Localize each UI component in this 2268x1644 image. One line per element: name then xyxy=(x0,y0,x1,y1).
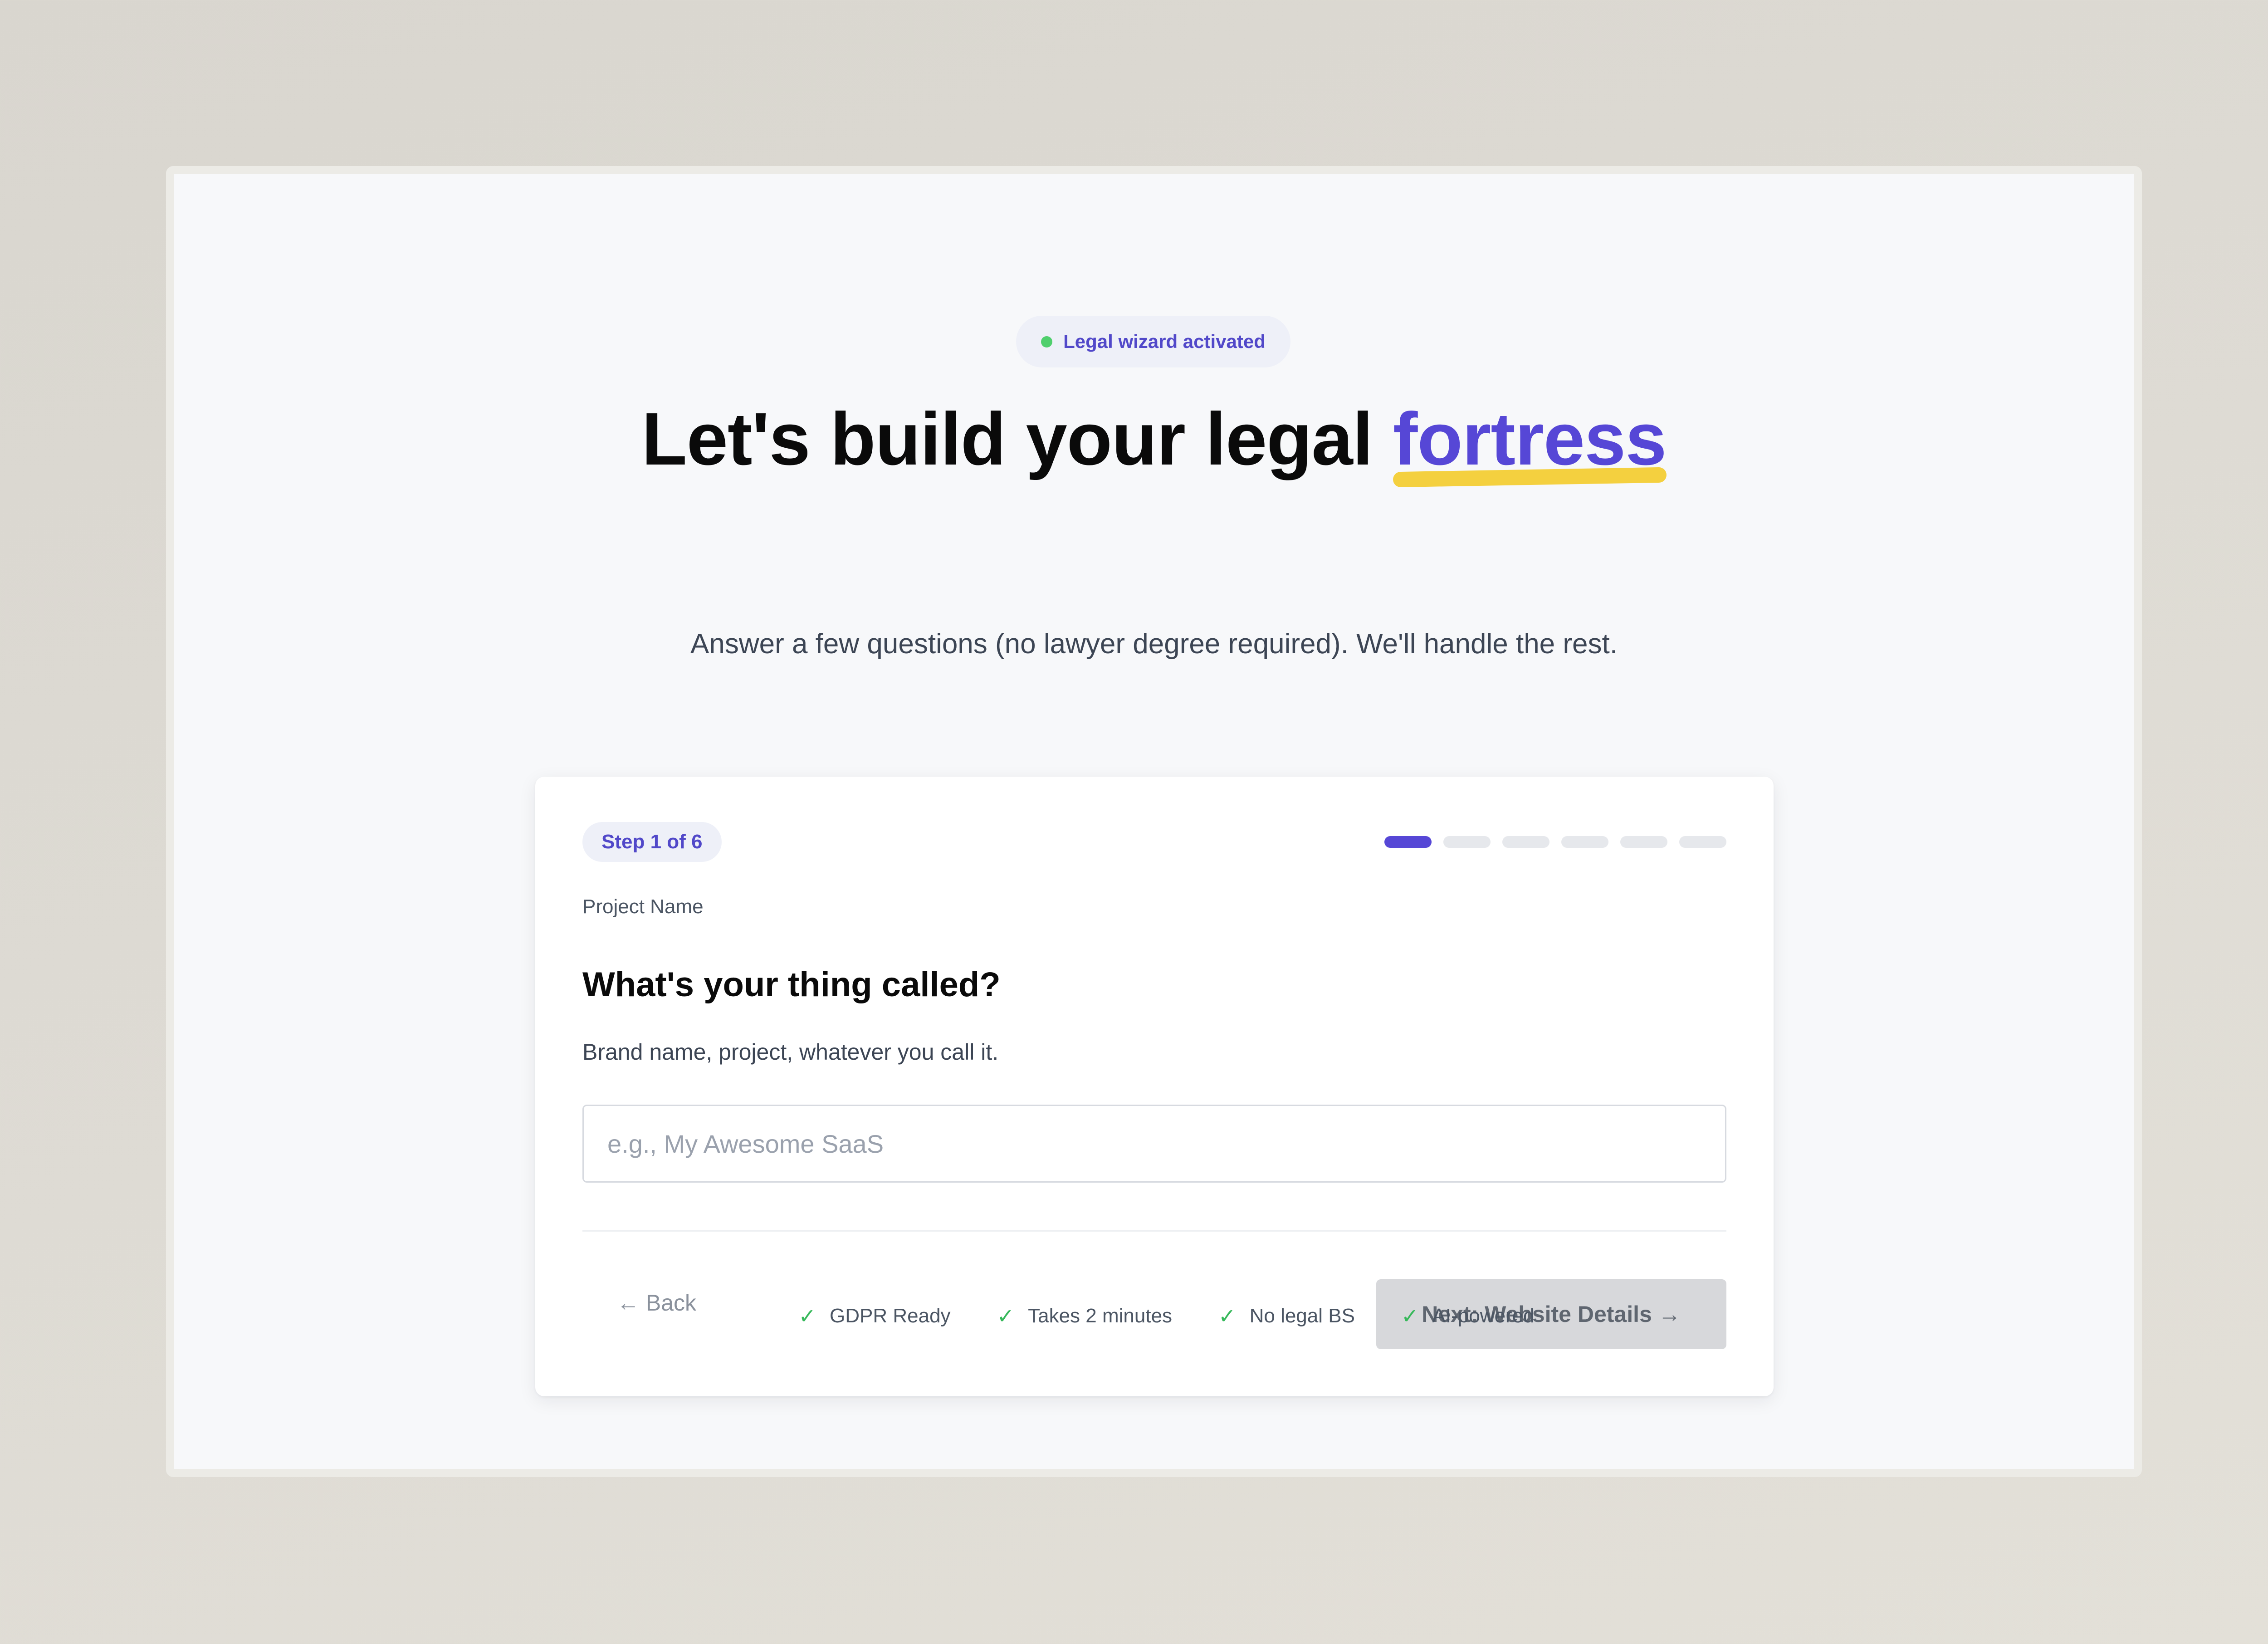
feature-list: ✓ GDPR Ready ✓ Takes 2 minutes ✓ No lega… xyxy=(174,1304,2134,1328)
feature-label: No legal BS xyxy=(1249,1305,1355,1327)
feature-label: AI-powered xyxy=(1432,1305,1535,1327)
feature-item: ✓ AI-powered xyxy=(1401,1304,1535,1328)
progress-segment-1 xyxy=(1384,836,1432,848)
feature-item: ✓ Takes 2 minutes xyxy=(997,1304,1172,1328)
status-badge-text: Legal wizard activated xyxy=(1063,331,1266,352)
feature-label: Takes 2 minutes xyxy=(1028,1305,1173,1327)
progress-bar xyxy=(1384,836,1726,848)
question-hint: Brand name, project, whatever you call i… xyxy=(582,1039,999,1065)
divider xyxy=(582,1230,1726,1232)
browser-window-frame: Legal wizard activated Let's build your … xyxy=(166,166,2142,1477)
page-title-accent-text: fortress xyxy=(1393,397,1667,480)
page-title-prefix: Let's build your legal xyxy=(641,397,1393,480)
step-indicator: Step 1 of 6 xyxy=(582,822,722,862)
project-name-input[interactable] xyxy=(582,1105,1726,1183)
feature-item: ✓ GDPR Ready xyxy=(798,1304,950,1328)
page-title-accent: fortress xyxy=(1393,396,1667,487)
page-subtitle: Answer a few questions (no lawyer degree… xyxy=(690,628,1618,660)
section-label: Project Name xyxy=(582,895,704,918)
progress-segment-5 xyxy=(1620,836,1667,848)
feature-label: GDPR Ready xyxy=(830,1305,951,1327)
status-badge: Legal wizard activated xyxy=(1016,316,1290,367)
check-icon: ✓ xyxy=(1401,1304,1419,1328)
check-icon: ✓ xyxy=(997,1304,1015,1328)
question-heading: What's your thing called? xyxy=(582,965,1001,1004)
status-dot-icon xyxy=(1041,336,1053,347)
check-icon: ✓ xyxy=(798,1304,816,1328)
progress-segment-4 xyxy=(1561,836,1608,848)
app-window: Legal wizard activated Let's build your … xyxy=(174,174,2134,1469)
progress-segment-6 xyxy=(1679,836,1726,848)
check-icon: ✓ xyxy=(1218,1304,1236,1328)
progress-segment-3 xyxy=(1502,836,1549,848)
page-title: Let's build your legal fortress xyxy=(174,396,2134,487)
feature-item: ✓ No legal BS xyxy=(1218,1304,1355,1328)
progress-segment-2 xyxy=(1443,836,1491,848)
